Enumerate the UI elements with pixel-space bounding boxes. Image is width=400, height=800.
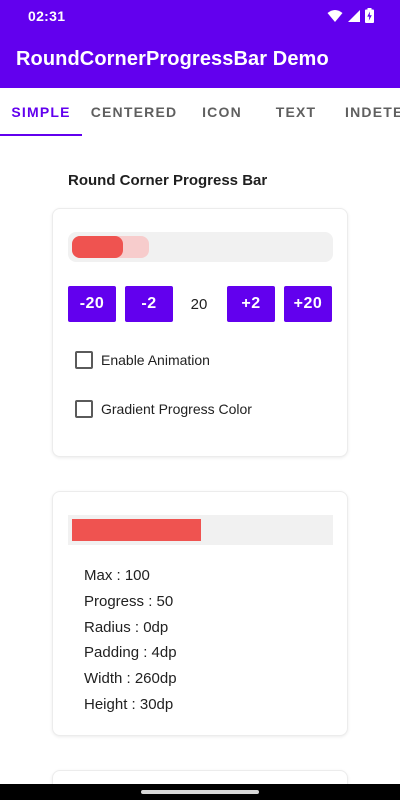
info-progress: Progress : 50 [84, 592, 174, 610]
step-button-row: -20 -2 20 +2 +20 [68, 286, 333, 322]
progress-bar-flat-primary [72, 519, 201, 541]
enable-animation-checkbox-row[interactable]: Enable Animation [75, 351, 210, 369]
gradient-color-label: Gradient Progress Color [101, 401, 252, 417]
section-title: Round Corner Progress Bar [68, 172, 268, 189]
progress-info-card: Max : 100 Progress : 50 Radius : 0dp Pad… [52, 491, 348, 736]
decrease-20-button[interactable]: -20 [68, 286, 116, 322]
progress-bar-primary [72, 236, 124, 258]
tab-bar: SIMPLE CENTERED ICON TEXT INDETERMINATE [0, 88, 400, 136]
tab-indicator [0, 134, 82, 136]
decrease-2-button[interactable]: -2 [125, 286, 173, 322]
info-padding: Padding : 4dp [84, 644, 177, 662]
wifi-icon [327, 9, 343, 23]
signal-icon [347, 9, 361, 23]
home-handle[interactable] [141, 790, 259, 794]
tab-centered[interactable]: CENTERED [82, 88, 186, 136]
gradient-color-checkbox-row[interactable]: Gradient Progress Color [75, 400, 252, 418]
gradient-color-checkbox[interactable] [75, 400, 93, 418]
info-radius: Radius : 0dp [84, 618, 169, 636]
tab-simple[interactable]: SIMPLE [0, 88, 82, 136]
tab-text[interactable]: TEXT [258, 88, 334, 136]
status-icons [327, 8, 374, 23]
progress-bar-round [68, 232, 333, 262]
increase-20-button[interactable]: +20 [284, 286, 332, 322]
app-title: RoundCornerProgressBar Demo [16, 48, 329, 70]
enable-animation-label: Enable Animation [101, 352, 210, 368]
battery-charging-icon [365, 8, 374, 23]
tab-indeterminate[interactable]: INDETERMINATE [345, 88, 400, 136]
gesture-nav-bar [0, 784, 400, 800]
progress-value: 20 [190, 295, 208, 313]
status-bar: 02:31 [0, 0, 400, 32]
info-width: Width : 260dp [84, 670, 177, 688]
enable-animation-checkbox[interactable] [75, 351, 93, 369]
tab-icon[interactable]: ICON [186, 88, 258, 136]
info-max: Max : 100 [84, 567, 150, 584]
app-bar: RoundCornerProgressBar Demo [0, 32, 400, 88]
info-height: Height : 30dp [84, 695, 174, 713]
progress-bar-flat [68, 515, 333, 545]
status-time: 02:31 [28, 8, 66, 24]
increase-2-button[interactable]: +2 [227, 286, 275, 322]
progress-demo-card: -20 -2 20 +2 +20 Enable Animation Gradie… [52, 208, 348, 457]
info-list: Max : 100 Progress : 50 Radius : 0dp Pad… [84, 563, 177, 718]
